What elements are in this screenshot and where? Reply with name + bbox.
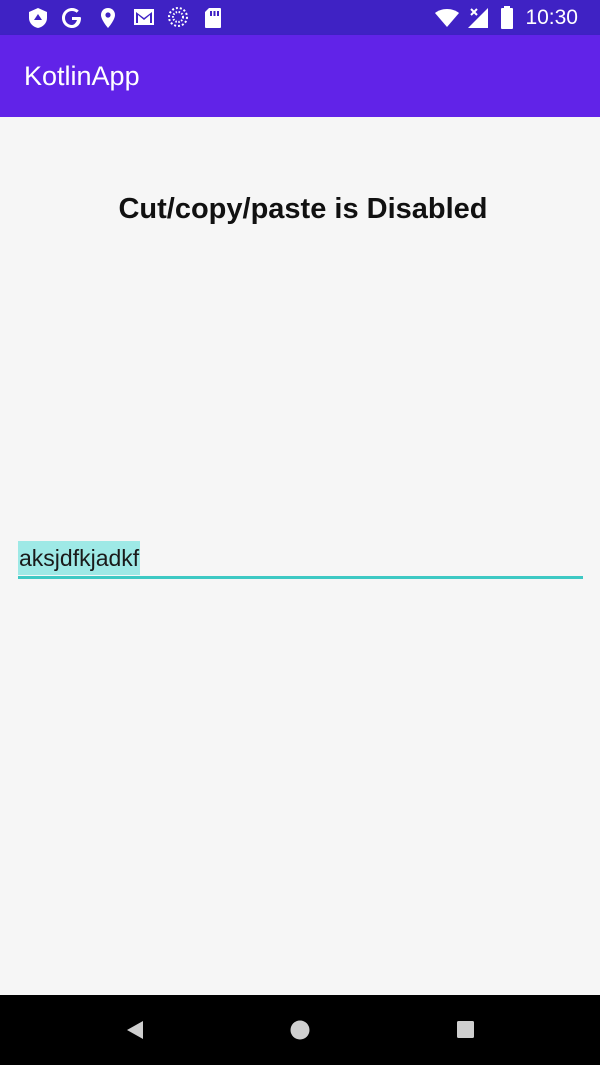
- shield-icon: [29, 8, 47, 28]
- battery-icon: [501, 6, 513, 29]
- text-input-underline: [18, 576, 583, 579]
- back-icon[interactable]: [124, 1019, 146, 1041]
- google-icon: [62, 8, 81, 28]
- app-bar: KotlinApp: [0, 35, 600, 117]
- wifi-icon: [435, 9, 459, 27]
- main-content: Cut/copy/paste is Disabled aksjdfkjadkf: [0, 117, 600, 995]
- gmail-icon: [134, 9, 154, 25]
- recents-icon[interactable]: [455, 1019, 475, 1039]
- app-title: KotlinApp: [24, 61, 140, 91]
- text-input[interactable]: aksjdfkjadkf: [18, 541, 583, 579]
- status-time: 10:30: [525, 6, 578, 29]
- signal-icon: [468, 8, 488, 28]
- sdcard-icon: [205, 8, 221, 28]
- navigation-bar: [0, 995, 600, 1065]
- status-bar: 10:30: [0, 0, 600, 35]
- text-input-value[interactable]: aksjdfkjadkf: [18, 541, 141, 575]
- location-icon: [101, 8, 115, 28]
- page-heading: Cut/copy/paste is Disabled: [118, 193, 488, 225]
- loading-icon: [168, 7, 188, 27]
- home-icon[interactable]: [289, 1019, 311, 1041]
